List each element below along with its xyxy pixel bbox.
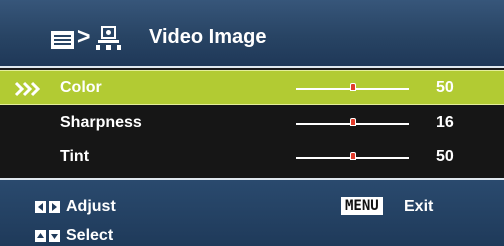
breadcrumb-separator: > (77, 23, 91, 49)
setting-row-tint[interactable]: Tint 50 (0, 140, 504, 175)
select-hint: Select (66, 227, 114, 244)
slider-thumb[interactable] (349, 118, 356, 126)
setting-slider[interactable] (296, 83, 409, 91)
slider-thumb[interactable] (349, 152, 356, 160)
setting-label: Tint (60, 148, 90, 165)
down-arrow-key-icon (49, 230, 60, 242)
setting-label: Sharpness (60, 114, 142, 131)
up-arrow-key-icon (35, 230, 46, 242)
adjust-hint: Adjust (66, 198, 116, 215)
setting-value: 50 (436, 79, 454, 96)
setting-slider[interactable] (296, 152, 409, 160)
left-arrow-key-icon (35, 201, 46, 213)
video-image-icon (96, 26, 121, 50)
setting-label: Color (60, 79, 102, 96)
setting-value: 50 (436, 148, 454, 165)
menu-header: > Video Image (0, 0, 504, 68)
menu-footer: Adjust MENU Exit Select (0, 178, 504, 246)
exit-hint: Exit (404, 198, 434, 215)
setting-slider[interactable] (296, 118, 409, 126)
right-arrow-key-icon (49, 201, 60, 213)
menu-key-badge: MENU (341, 197, 383, 215)
slider-thumb[interactable] (349, 83, 356, 91)
menu-list-icon (51, 31, 74, 49)
page-title: Video Image (149, 26, 267, 48)
setting-row-color[interactable]: Color 50 (0, 70, 504, 105)
setting-row-sharpness[interactable]: Sharpness 16 (0, 106, 504, 141)
osd-menu: > Video Image Color 50 Sharpness 16 Tint… (0, 0, 504, 246)
setting-value: 16 (436, 114, 454, 131)
selection-chevron-icon (14, 81, 41, 97)
settings-list: Color 50 Sharpness 16 Tint 50 (0, 70, 504, 178)
